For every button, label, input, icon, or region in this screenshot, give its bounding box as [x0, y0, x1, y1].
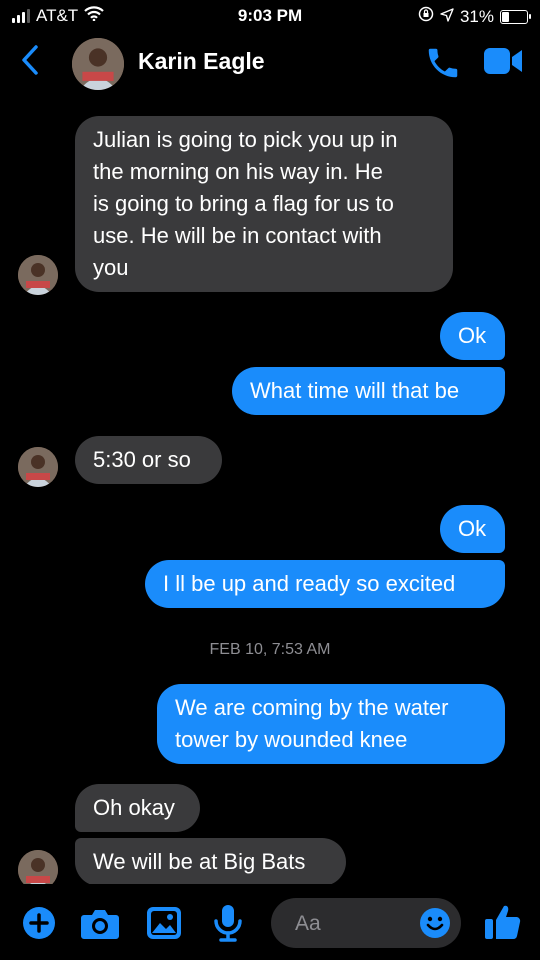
sender-avatar[interactable] — [18, 255, 58, 295]
emoji-icon[interactable] — [419, 907, 451, 944]
message-text: 5:30 or so — [93, 447, 191, 472]
message-text: We will be at Big Bats — [93, 849, 306, 874]
video-camera-icon[interactable] — [484, 46, 524, 81]
composer-bar — [0, 884, 540, 960]
thumbs-up-icon[interactable] — [483, 902, 523, 947]
message-line: use. He will be in contact with — [93, 223, 382, 248]
message-text: I ll be up and ready so excited — [163, 571, 456, 596]
timestamp-divider: FEB 10, 7:53 AM — [209, 641, 331, 658]
outgoing-message[interactable]: Ok — [440, 505, 505, 553]
location-arrow-icon — [440, 7, 454, 27]
photo-icon[interactable] — [146, 906, 182, 945]
message-line: the morning on his way in. He — [93, 159, 383, 184]
microphone-icon[interactable] — [212, 904, 244, 947]
outgoing-message[interactable]: What time will that be — [232, 367, 505, 415]
outgoing-message[interactable]: I ll be up and ready so excited — [145, 560, 505, 608]
outgoing-message[interactable]: We are coming by the water tower by woun… — [157, 684, 505, 764]
orientation-lock-icon — [418, 6, 434, 27]
message-line: We are coming by the water — [175, 695, 449, 720]
phone-icon[interactable] — [424, 44, 462, 87]
incoming-message[interactable]: Oh okay — [75, 784, 200, 832]
message-line: you — [93, 255, 129, 280]
incoming-message[interactable]: We will be at Big Bats — [75, 838, 346, 884]
status-right: 31% — [418, 6, 531, 27]
sender-avatar[interactable] — [18, 447, 58, 487]
message-text: Oh okay — [93, 795, 175, 820]
message-line: Julian is going to pick you up in — [93, 127, 398, 152]
message-input-container[interactable] — [271, 898, 461, 950]
battery-icon — [500, 9, 531, 24]
camera-icon[interactable] — [80, 906, 120, 945]
message-line: tower by wounded knee — [175, 727, 408, 752]
conversation-header: Karin Eagle — [0, 34, 540, 90]
message-text: What time will that be — [250, 378, 460, 403]
contact-avatar[interactable] — [72, 38, 124, 90]
battery-percent: 31% — [459, 6, 494, 26]
status-bar: AT&T 9:03 PM 31% — [0, 0, 540, 34]
incoming-message[interactable]: 5:30 or so — [75, 436, 222, 484]
incoming-message[interactable]: Julian is going to pick you up in the mo… — [75, 116, 453, 292]
message-line: is going to bring a flag for us to — [93, 191, 394, 216]
message-text: Ok — [458, 323, 487, 348]
plus-icon[interactable] — [22, 906, 56, 945]
sender-avatar[interactable] — [18, 850, 58, 884]
message-thread[interactable]: Julian is going to pick you up in the mo… — [0, 90, 540, 884]
message-text: Ok — [458, 516, 487, 541]
back-chevron-icon[interactable] — [20, 44, 40, 81]
contact-name[interactable]: Karin Eagle — [138, 48, 265, 75]
outgoing-message[interactable]: Ok — [440, 312, 505, 360]
message-input[interactable] — [293, 898, 417, 950]
